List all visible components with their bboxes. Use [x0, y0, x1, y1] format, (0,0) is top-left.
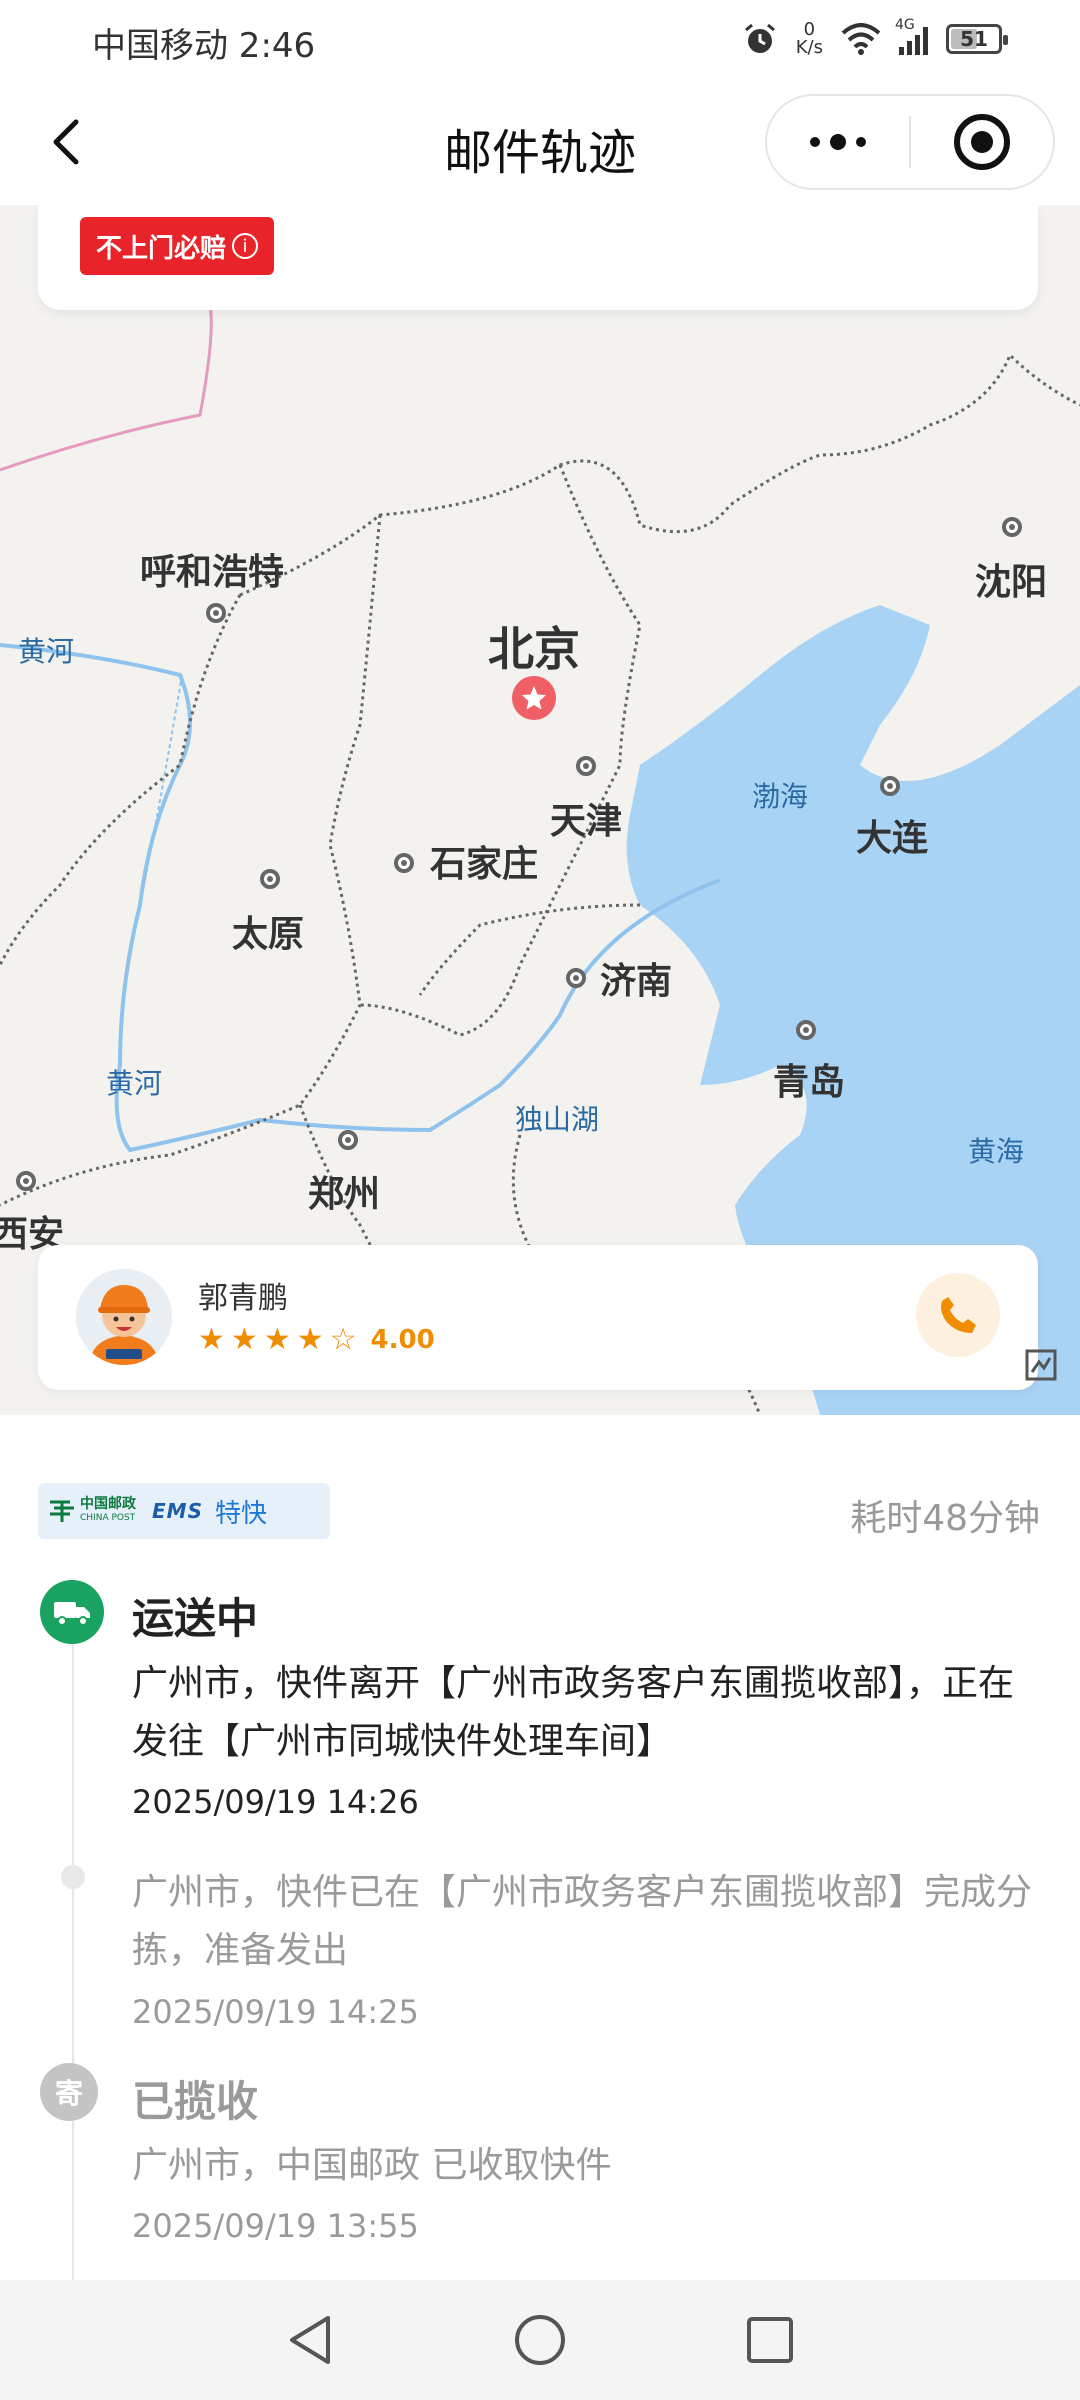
system-nav-bar: [0, 2280, 1080, 2400]
triangle-back-icon: [290, 2316, 330, 2364]
city-qingdao: 青岛: [773, 1062, 846, 1103]
event-time: 2025/09/19 14:26: [132, 1783, 419, 1821]
city-zhengzhou: 郑州: [308, 1174, 381, 1215]
circle-home-icon: [515, 2315, 565, 2365]
net-speed-unit: K/s: [795, 37, 823, 58]
event-description: 广州市，快件已在【广州市政务客户东圃揽收部】完成分拣，准备发出: [132, 1872, 1033, 1971]
courier-avatar-icon: [76, 1269, 172, 1365]
event-description: 广州市，快件离开【广州市政务客户东圃揽收部】，正在发往【广州市同城快件处理车间】: [132, 1663, 1015, 1762]
city-shenyang: 沈阳: [975, 562, 1048, 603]
province-border: [0, 304, 213, 472]
event-description: 广州市，中国邮政 已收取快件: [132, 2145, 612, 2186]
city-dot: [338, 1130, 358, 1150]
star-icon: ★: [198, 1322, 225, 1357]
city-dot: [260, 869, 280, 889]
star-icon: ★: [230, 1322, 258, 1357]
node-dot: [61, 1865, 85, 1889]
city-dot: [566, 968, 586, 988]
truck-icon: [54, 1602, 90, 1626]
more-button[interactable]: [767, 96, 909, 188]
city-dot: [796, 1020, 816, 1040]
city-dot: [880, 776, 900, 796]
net-speed: 0 K/s: [796, 21, 823, 57]
river-label: 黄河: [18, 635, 75, 668]
sea-label-yellow: 黄海: [968, 1135, 1025, 1168]
city-dot: [16, 1171, 36, 1191]
route-map[interactable]: 呼和浩特 北京 天津 石家庄 太原 济南 青岛 郑州 西安 沈阳 大连 黄河 黄…: [0, 205, 1080, 1415]
city-shijiazhuang: 石家庄: [430, 844, 539, 885]
signal-icon: 4G: [895, 17, 928, 55]
lake-label: 独山湖: [515, 1103, 600, 1136]
wifi-icon: [841, 23, 881, 55]
city-beijing: 北京: [488, 622, 580, 676]
event-status: 已揽收: [132, 2077, 259, 2126]
city-dot: [394, 853, 414, 873]
brand-en: CHINA POST: [80, 1513, 136, 1523]
map-logo-icon: [1025, 1349, 1057, 1381]
city-dot: [206, 603, 226, 623]
courier-card: 郭青鹏 ★ ★ ★ ★ ☆ 4.00: [38, 1245, 1038, 1390]
courier-avatar: [76, 1269, 172, 1365]
star-icon: ★: [263, 1322, 291, 1357]
city-dalian: 大连: [856, 818, 929, 859]
nav-recents-button[interactable]: [730, 2300, 810, 2380]
close-miniprogram-button[interactable]: [911, 96, 1053, 188]
event-time: 2025/09/19 14:25: [132, 1993, 419, 2031]
network-type: 4G: [895, 17, 915, 33]
city-dot: [1002, 517, 1022, 537]
rating-value: 4.00: [370, 1325, 435, 1355]
service-type: 特快: [214, 1498, 267, 1529]
river-label: 黄河: [106, 1067, 163, 1100]
brand-cn: 中国邮政: [80, 1496, 136, 1512]
info-icon: i: [232, 233, 259, 259]
node-collected: 寄: [40, 2063, 98, 2121]
phone-icon: [941, 1297, 976, 1333]
status-icons: 0 K/s 4G 51: [742, 14, 1008, 64]
node-in-transit: [40, 1580, 104, 1644]
nav-home-button[interactable]: [500, 2300, 580, 2380]
square-recents-icon: [747, 2317, 793, 2363]
service-card: 不上门必赔 i: [38, 205, 1038, 310]
claim-badge[interactable]: 不上门必赔 i: [80, 217, 275, 275]
city-jinan: 济南: [600, 961, 673, 1002]
claim-badge-label: 不上门必赔: [96, 233, 227, 264]
battery-level: 51: [960, 27, 988, 51]
city-hohhot: 呼和浩特: [140, 552, 285, 593]
courier-name: 郭青鹏: [198, 1281, 288, 1316]
miniprogram-capsule: [765, 94, 1055, 190]
star-empty-icon: ☆: [329, 1322, 357, 1357]
star-icon: ★: [296, 1322, 324, 1357]
ems-logo: EMS: [152, 1499, 203, 1523]
sea-label-bohai: 渤海: [752, 780, 809, 813]
nav-back-button[interactable]: [270, 2300, 350, 2380]
status-bar: 中国移动 2:46 0 K/s 4G 51: [0, 0, 1080, 80]
event-time: 2025/09/19 13:55: [132, 2207, 419, 2245]
carrier-brand: 中国邮政 CHINA POST EMS 特快: [38, 1483, 330, 1539]
city-taiyuan: 太原: [232, 914, 305, 955]
event-status: 运送中: [132, 1594, 259, 1643]
delivery-duration: 耗时48分钟: [850, 1498, 1040, 1539]
battery-icon: 51: [946, 24, 1008, 54]
call-courier-button[interactable]: [916, 1273, 1000, 1357]
city-dot: [576, 756, 596, 776]
china-post-logo: 中国邮政 CHINA POST: [48, 1497, 136, 1525]
target-icon: [954, 114, 1010, 170]
carrier-time: 中国移动 2:46: [92, 26, 316, 66]
alarm-icon: [744, 23, 775, 53]
timeline-line: [72, 1640, 74, 2280]
courier-rating: ★ ★ ★ ★ ☆ 4.00: [198, 1322, 435, 1357]
china-post-icon: [50, 1500, 74, 1522]
city-tianjin: 天津: [550, 801, 623, 842]
title-bar: 邮件轨迹: [0, 80, 1080, 205]
